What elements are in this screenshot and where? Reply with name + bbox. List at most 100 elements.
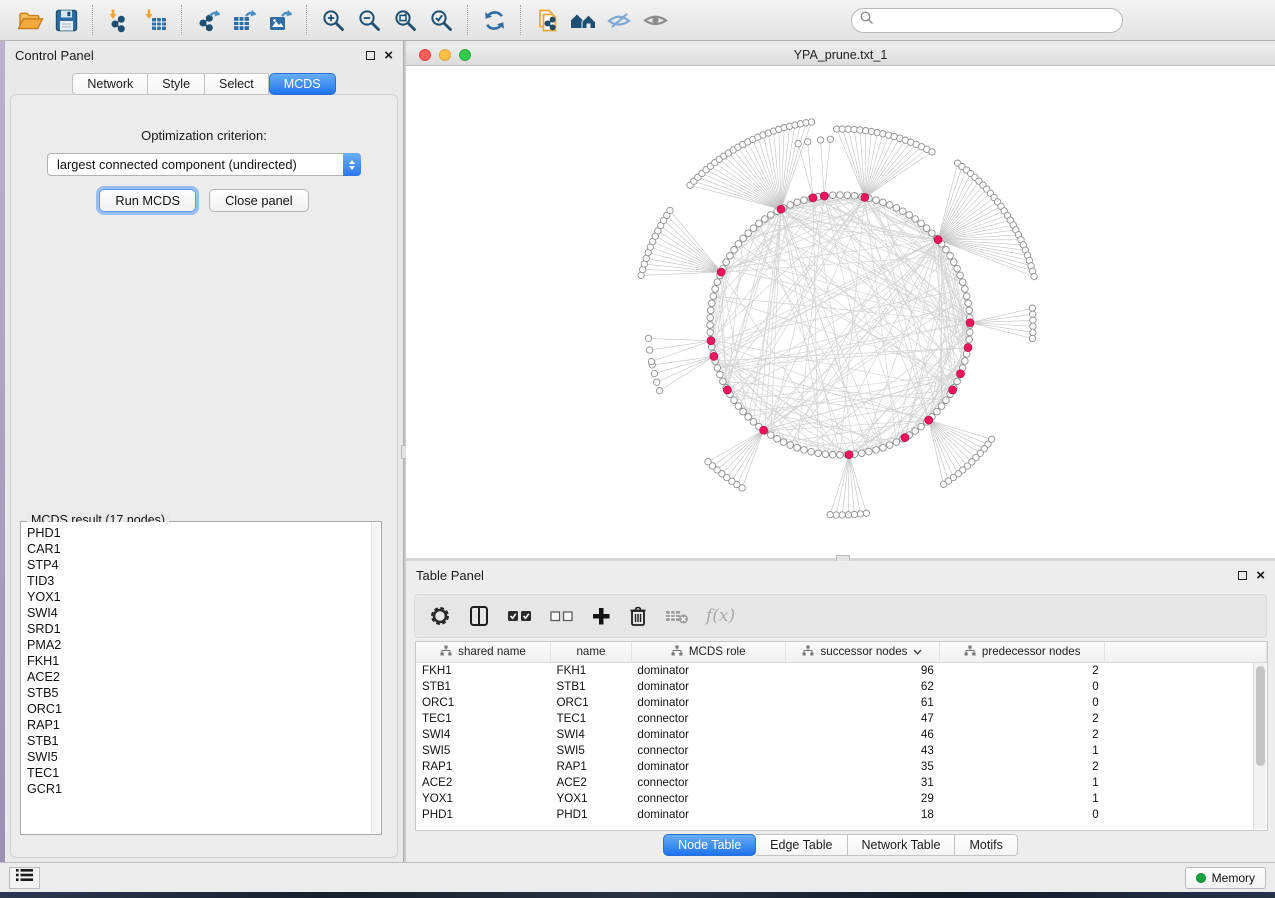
table-cell[interactable]: 2 xyxy=(940,710,1105,726)
table-cell[interactable]: dominator xyxy=(631,662,785,678)
table-cell[interactable]: ACE2 xyxy=(416,774,551,790)
column-header-filler[interactable] xyxy=(1105,642,1267,662)
mcds-result-item[interactable]: RAP1 xyxy=(27,717,381,733)
table-cell[interactable]: dominator xyxy=(631,758,785,774)
table-row[interactable]: STB1STB1dominator620 xyxy=(416,678,1267,694)
column-header-predecessor-nodes[interactable]: predecessor nodes xyxy=(940,642,1105,662)
close-panel-icon[interactable]: × xyxy=(384,51,393,60)
table-cell[interactable]: 1 xyxy=(940,742,1105,758)
table-cell[interactable]: 35 xyxy=(785,758,940,774)
table-cell[interactable]: 29 xyxy=(785,790,940,806)
table-cell[interactable]: RAP1 xyxy=(551,758,632,774)
table-cell[interactable]: 0 xyxy=(940,694,1105,710)
hide-selected-icon[interactable] xyxy=(601,4,637,36)
open-icon[interactable] xyxy=(12,4,48,36)
table-cell[interactable]: TEC1 xyxy=(551,710,632,726)
table-cell[interactable]: dominator xyxy=(631,694,785,710)
column-header-successor-nodes[interactable]: successor nodes xyxy=(785,642,940,662)
float-panel-icon[interactable] xyxy=(366,51,375,60)
table-cell[interactable]: ORC1 xyxy=(416,694,551,710)
import-network-icon[interactable] xyxy=(101,4,137,36)
table-cell[interactable]: YOX1 xyxy=(416,790,551,806)
table-cell[interactable]: connector xyxy=(631,710,785,726)
table-row[interactable]: TEC1TEC1connector472 xyxy=(416,710,1267,726)
mcds-result-item[interactable]: PMA2 xyxy=(27,637,381,653)
table-cell[interactable]: 2 xyxy=(940,662,1105,678)
scrollbar-thumb[interactable] xyxy=(1256,666,1265,766)
mcds-result-item[interactable]: STB5 xyxy=(27,685,381,701)
table-cell[interactable]: 31 xyxy=(785,774,940,790)
table-cell[interactable]: SWI4 xyxy=(416,726,551,742)
tab-select[interactable]: Select xyxy=(205,73,269,95)
table-row[interactable]: RAP1RAP1dominator352 xyxy=(416,758,1267,774)
table-row[interactable]: SWI5SWI5connector431 xyxy=(416,742,1267,758)
table-cell[interactable]: SWI5 xyxy=(416,742,551,758)
tab-mcds[interactable]: MCDS xyxy=(269,73,336,95)
import-table-icon[interactable] xyxy=(137,4,173,36)
checked-pair-icon[interactable] xyxy=(507,608,533,624)
mcds-result-item[interactable]: SWI5 xyxy=(27,749,381,765)
table-cell[interactable]: 46 xyxy=(785,726,940,742)
table-cell[interactable]: 96 xyxy=(785,662,940,678)
mcds-result-item[interactable]: CAR1 xyxy=(27,541,381,557)
table-row[interactable]: SWI4SWI4dominator462 xyxy=(416,726,1267,742)
table-row[interactable]: ORC1ORC1dominator610 xyxy=(416,694,1267,710)
table-cell[interactable]: 47 xyxy=(785,710,940,726)
table-cell[interactable]: 0 xyxy=(940,806,1105,822)
table-cell[interactable]: connector xyxy=(631,742,785,758)
mcds-result-item[interactable]: TID3 xyxy=(27,573,381,589)
tab-network-table[interactable]: Network Table xyxy=(848,834,956,856)
table-row[interactable]: ACE2ACE2connector311 xyxy=(416,774,1267,790)
tab-style[interactable]: Style xyxy=(148,73,205,95)
mcds-result-item[interactable]: ORC1 xyxy=(27,701,381,717)
refresh-icon[interactable] xyxy=(476,4,512,36)
table-cell[interactable]: 1 xyxy=(940,790,1105,806)
mcds-result-item[interactable]: TEC1 xyxy=(27,765,381,781)
table-cell[interactable]: FKH1 xyxy=(551,662,632,678)
table-cell[interactable]: FKH1 xyxy=(416,662,551,678)
fx-icon[interactable]: f(x) xyxy=(706,606,735,626)
column-header-name[interactable]: name xyxy=(551,642,632,662)
mcds-result-item[interactable]: GCR1 xyxy=(27,781,381,797)
duplicate-network-icon[interactable] xyxy=(529,4,565,36)
run-mcds-button[interactable]: Run MCDS xyxy=(99,189,196,212)
list-scrollbar[interactable] xyxy=(371,523,380,833)
table-cell[interactable]: PHD1 xyxy=(551,806,632,822)
mcds-result-item[interactable]: ACE2 xyxy=(27,669,381,685)
table-cell[interactable]: ORC1 xyxy=(551,694,632,710)
table-cell[interactable]: 0 xyxy=(940,678,1105,694)
table-cell[interactable]: connector xyxy=(631,790,785,806)
float-panel-icon[interactable] xyxy=(1238,571,1247,580)
split-panel-icon[interactable] xyxy=(468,605,490,627)
table-cell[interactable]: RAP1 xyxy=(416,758,551,774)
export-network-icon[interactable] xyxy=(190,4,226,36)
table-cell[interactable]: connector xyxy=(631,774,785,790)
unchecked-pair-icon[interactable] xyxy=(550,609,574,623)
delete-table-icon[interactable] xyxy=(665,607,689,625)
table-cell[interactable]: dominator xyxy=(631,726,785,742)
table-cell[interactable]: 61 xyxy=(785,694,940,710)
table-scrollbar[interactable] xyxy=(1253,663,1266,829)
mcds-result-item[interactable]: STP4 xyxy=(27,557,381,573)
export-image-icon[interactable] xyxy=(262,4,298,36)
close-panel-icon[interactable]: × xyxy=(1256,571,1265,580)
table-cell[interactable]: 1 xyxy=(940,774,1105,790)
save-icon[interactable] xyxy=(48,4,84,36)
network-graph[interactable] xyxy=(406,66,1275,558)
mcds-result-list[interactable]: PHD1CAR1STP4TID3YOX1SWI4SRD1PMA2FKH1ACE2… xyxy=(21,522,381,834)
table-cell[interactable]: TEC1 xyxy=(416,710,551,726)
zoom-in-icon[interactable] xyxy=(315,4,351,36)
table-row[interactable]: FKH1FKH1dominator962 xyxy=(416,662,1267,678)
table-cell[interactable]: SWI4 xyxy=(551,726,632,742)
table-cell[interactable]: STB1 xyxy=(551,678,632,694)
task-history-button[interactable] xyxy=(9,867,40,889)
table-cell[interactable]: 62 xyxy=(785,678,940,694)
network-window-titlebar[interactable]: YPA_prune.txt_1 xyxy=(406,44,1275,66)
gear-icon[interactable] xyxy=(429,605,451,627)
column-header-shared-name[interactable]: shared name xyxy=(416,642,551,662)
table-cell[interactable]: 43 xyxy=(785,742,940,758)
table-cell[interactable]: 2 xyxy=(940,726,1105,742)
table-cell[interactable]: 2 xyxy=(940,758,1105,774)
export-table-icon[interactable] xyxy=(226,4,262,36)
zoom-out-icon[interactable] xyxy=(351,4,387,36)
